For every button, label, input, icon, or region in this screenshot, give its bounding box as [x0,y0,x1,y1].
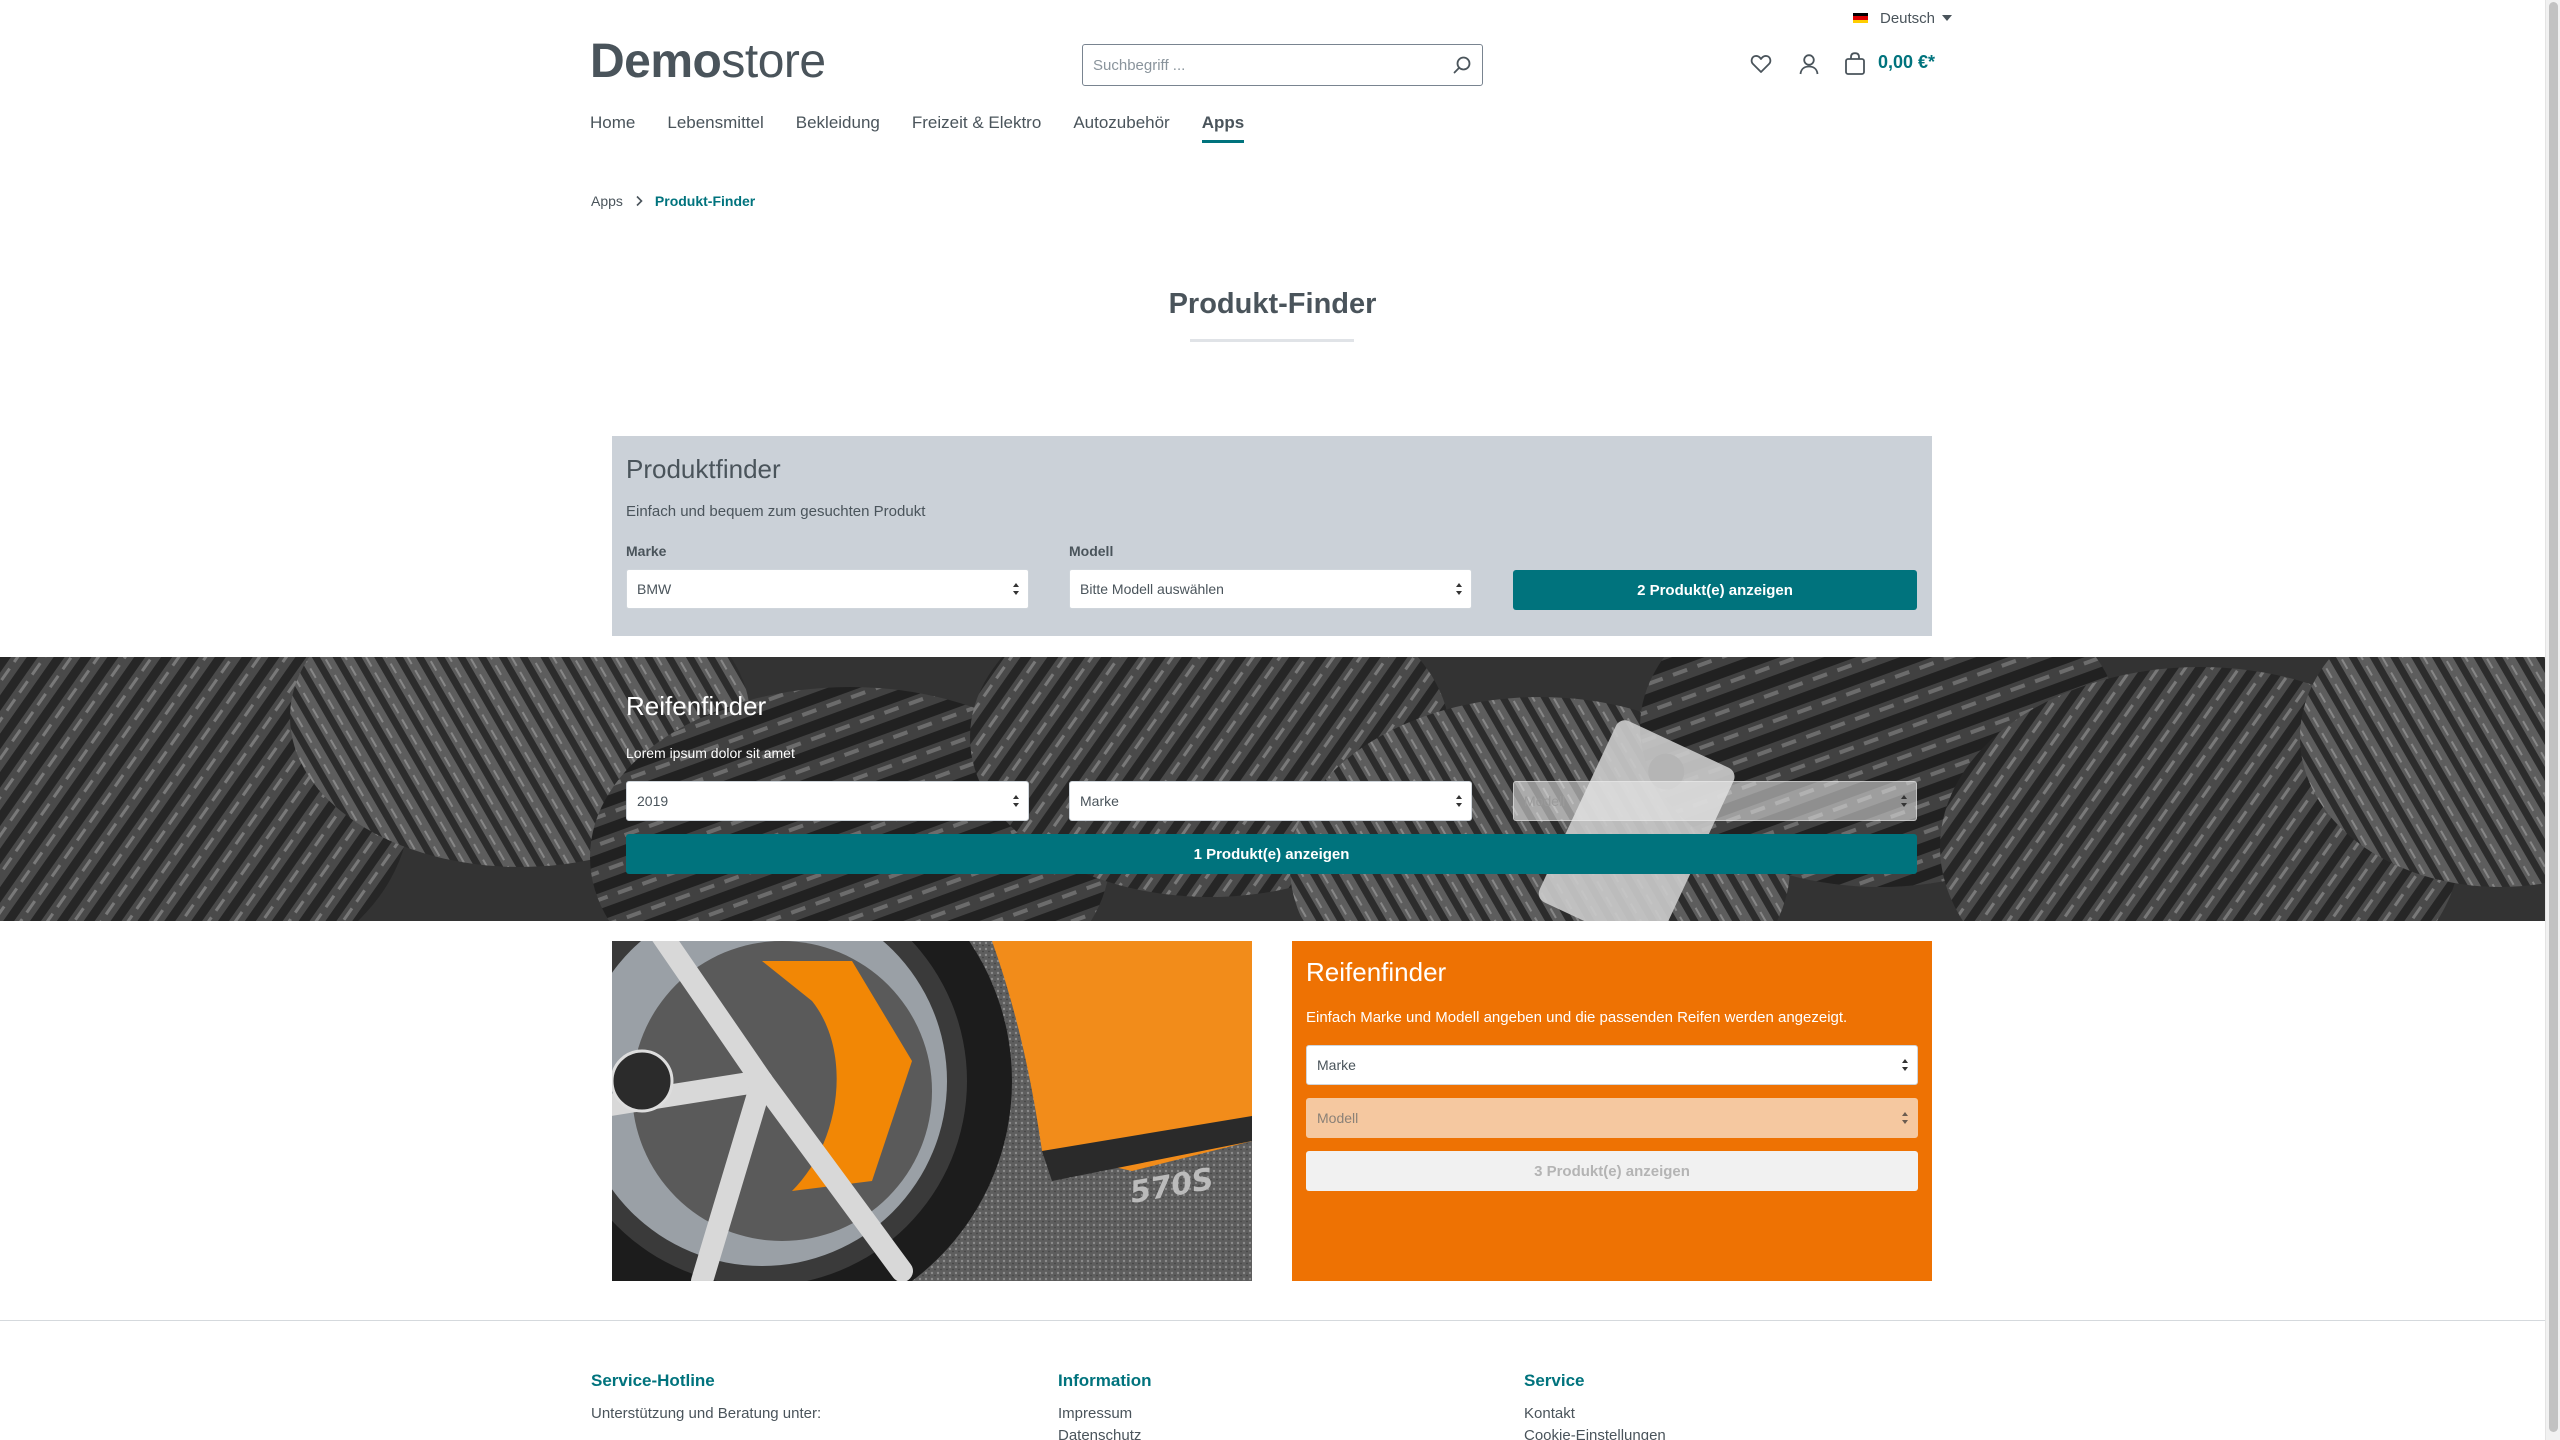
nav-item-lebensmittel[interactable]: Lebensmittel [667,112,763,143]
footer-link-datenschutz[interactable]: Datenschutz [1058,1425,1152,1440]
page-title: Produkt-Finder [1168,288,1377,320]
language-label: Deutsch [1880,9,1936,27]
german-flag-icon [1853,13,1868,23]
user-icon [1799,54,1819,75]
tire-model-select-value: Modell [1524,793,1566,809]
wishlist-button[interactable] [1748,50,1774,78]
orange-finder-subtitle: Einfach Marke und Modell angeben und die… [1306,1009,1848,1026]
heart-icon [1750,55,1772,73]
footer-link-kontakt[interactable]: Kontakt [1524,1403,1666,1425]
brand-select[interactable]: BMW [626,569,1029,609]
chevron-right-icon [635,195,643,207]
footer-column-service: Service Kontakt Cookie-Einstellungen [1524,1371,1666,1440]
nav-item-bekleidung[interactable]: Bekleidung [796,112,880,143]
brand-label: Marke [626,543,667,559]
show-products-button[interactable]: 2 Produkt(e) anzeigen [1513,570,1917,610]
footer-link-cookie-settings[interactable]: Cookie-Einstellungen [1524,1425,1666,1440]
tire-finder-subtitle: Lorem ipsum dolor sit amet [626,745,795,761]
nav-item-apps[interactable]: Apps [1201,112,1245,143]
nav-item-freizeit-elektro[interactable]: Freizeit & Elektro [912,112,1041,143]
search-icon [1453,56,1471,74]
car-wheel-illustration: 570S [612,941,1252,1281]
search-button[interactable] [1442,45,1482,85]
tire-show-products-button[interactable]: 1 Produkt(e) anzeigen [626,834,1917,874]
footer-column-information: Information Impressum Datenschutz [1058,1371,1152,1440]
orange-show-products-button[interactable]: 3 Produkt(e) anzeigen [1306,1151,1918,1191]
footer-heading-service: Service [1524,1371,1585,1390]
nav-item-autozubehoer[interactable]: Autozubehör [1073,112,1169,143]
footer-hotline-text: Unterstützung und Beratung unter: [591,1405,822,1422]
car-wheel-image: 570S [612,941,1252,1281]
select-arrows-icon [1456,795,1462,807]
breadcrumb-current[interactable]: Produkt-Finder [655,193,755,209]
breadcrumb: Apps Produkt-Finder [591,193,755,209]
caret-down-icon [1942,15,1953,21]
search-box [1082,44,1483,86]
main-navigation: Home Lebensmittel Bekleidung Freizeit & … [590,112,1276,143]
tire-brand-select-value: Marke [1080,793,1119,809]
model-label: Modell [1069,543,1114,559]
shopping-bag-icon [1845,52,1865,75]
footer-heading-hotline: Service-Hotline [591,1371,715,1390]
orange-finder-title: Reifenfinder [1306,957,1447,987]
cart-button[interactable] [1842,50,1868,78]
nav-item-home[interactable]: Home [590,112,635,143]
account-button[interactable] [1796,50,1822,78]
year-select-value: 2019 [637,793,669,809]
tire-finder-title: Reifenfinder [626,691,767,721]
footer-heading-information: Information [1058,1371,1152,1390]
footer-link-impressum[interactable]: Impressum [1058,1403,1152,1425]
orange-brand-select[interactable]: Marke [1306,1045,1918,1085]
orange-model-select-value: Modell [1317,1110,1359,1126]
tire-finder-orange-panel: Reifenfinder Einfach Marke und Modell an… [1292,941,1932,1281]
select-arrows-icon [1013,795,1019,807]
year-select[interactable]: 2019 [626,781,1029,821]
title-divider [1190,339,1354,342]
footer: Service-Hotline Unterstützung und Beratu… [0,1321,2545,1440]
finder-subtitle: Einfach und bequem zum gesuchten Produkt [626,503,926,520]
search-input[interactable] [1083,45,1442,85]
select-arrows-icon [1902,1059,1908,1071]
select-arrows-icon [1902,1112,1908,1124]
select-arrows-icon [1901,795,1907,807]
logo-bold: Demo [590,35,722,88]
tire-brand-select[interactable]: Marke [1069,781,1472,821]
page: Deutsch Demostore 0,00 €* [0,0,2545,1440]
language-switcher[interactable]: Deutsch [1853,8,1953,28]
select-arrows-icon [1013,583,1019,595]
tire-finder-banner: Reifenfinder Lorem ipsum dolor sit amet … [0,657,2545,921]
product-finder-panel: Produktfinder Einfach und bequem zum ges… [612,436,1932,636]
model-select-value: Bitte Modell auswählen [1080,581,1224,597]
cart-total[interactable]: 0,00 €* [1878,52,1935,73]
finder-title: Produktfinder [626,454,781,484]
orange-brand-select-value: Marke [1317,1057,1356,1073]
store-logo[interactable]: Demostore [590,34,826,90]
breadcrumb-apps[interactable]: Apps [591,193,623,209]
tire-model-select[interactable]: Modell [1513,781,1917,821]
select-arrows-icon [1456,583,1462,595]
vertical-scrollbar[interactable] [2545,0,2560,1440]
brand-select-value: BMW [637,581,672,597]
scrollbar-thumb[interactable] [2549,2,2558,1432]
orange-model-select[interactable]: Modell [1306,1098,1918,1138]
model-select[interactable]: Bitte Modell auswählen [1069,569,1472,609]
footer-column-hotline: Service-Hotline Unterstützung und Beratu… [591,1371,821,1425]
logo-light: store [721,35,826,88]
